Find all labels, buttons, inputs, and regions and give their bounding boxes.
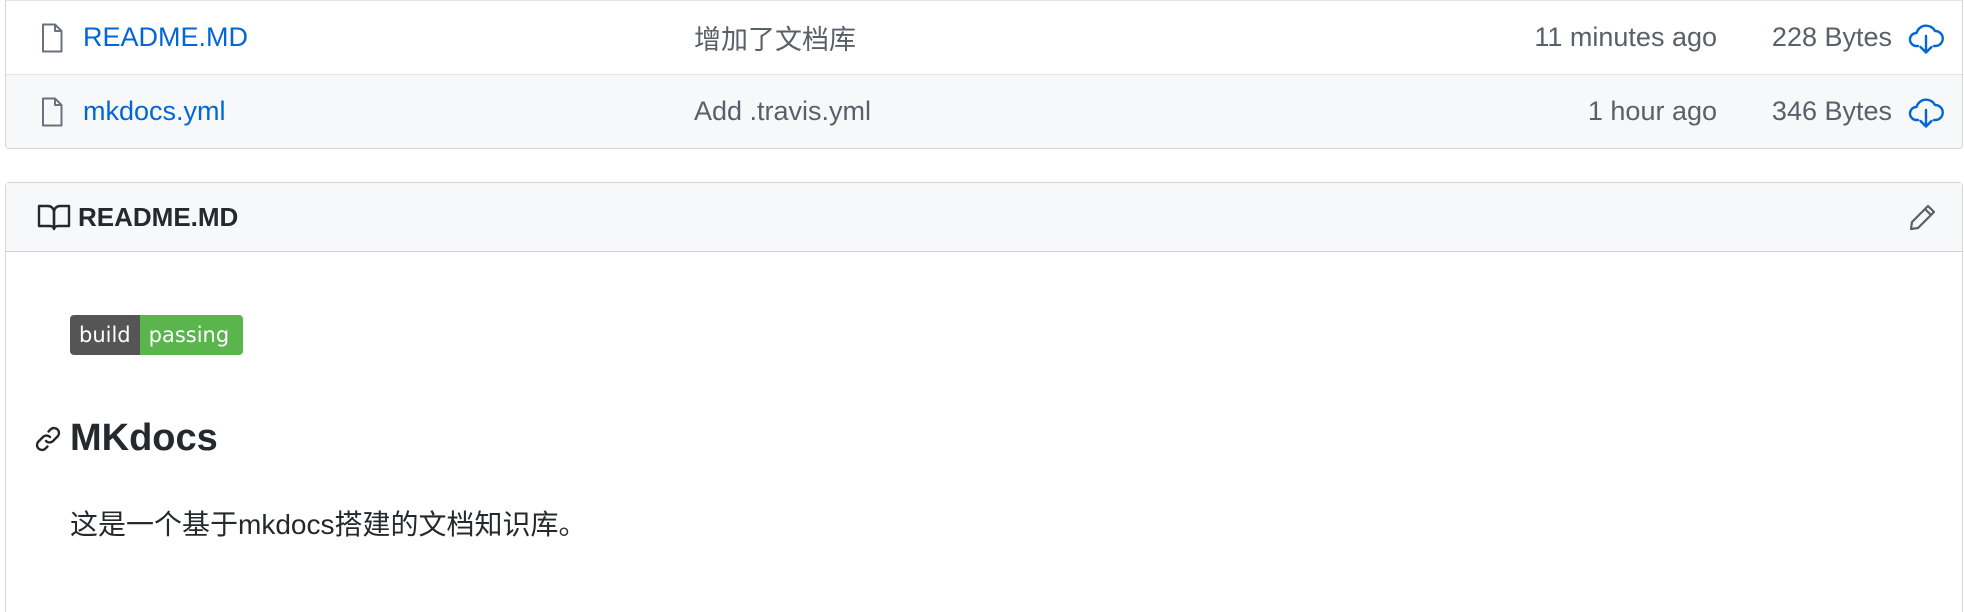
readme-title: README.MD	[78, 201, 239, 232]
commit-age: 1 hour ago	[1587, 96, 1717, 126]
readme-header: README.MD	[6, 183, 1962, 252]
file-link[interactable]: README.MD	[83, 22, 248, 53]
file-size: 228 Bytes	[1771, 22, 1892, 52]
file-link[interactable]: mkdocs.yml	[83, 96, 226, 127]
book-icon	[37, 204, 71, 231]
download-cloud-icon[interactable]	[1908, 96, 1944, 128]
badge-label: build	[70, 315, 140, 355]
badge-status: passing	[139, 315, 244, 355]
file-row-mkdocs[interactable]: mkdocs.yml Add .travis.yml 1 hour ago 34…	[6, 74, 1962, 148]
file-icon	[42, 23, 63, 52]
pencil-icon[interactable]	[1908, 202, 1938, 232]
link-icon[interactable]	[32, 423, 64, 455]
readme-panel: README.MD build passing MKdocs 这是一个基于mkd…	[5, 182, 1963, 612]
readme-paragraph: 这是一个基于mkdocs搭建的文档知识库。	[70, 509, 587, 540]
build-status-badge[interactable]: build passing	[70, 315, 244, 355]
file-size: 346 Bytes	[1771, 96, 1892, 126]
file-list: README.MD 增加了文档库 11 minutes ago 228 Byte…	[5, 0, 1963, 149]
readme-heading: MKdocs	[70, 417, 218, 459]
download-cloud-icon[interactable]	[1908, 22, 1944, 54]
file-icon	[42, 97, 63, 126]
commit-age: 11 minutes ago	[1534, 22, 1717, 52]
commit-message[interactable]: 增加了文档库	[694, 18, 856, 57]
file-row-readme[interactable]: README.MD 增加了文档库 11 minutes ago 228 Byte…	[6, 1, 1962, 74]
commit-message[interactable]: Add .travis.yml	[694, 96, 871, 127]
